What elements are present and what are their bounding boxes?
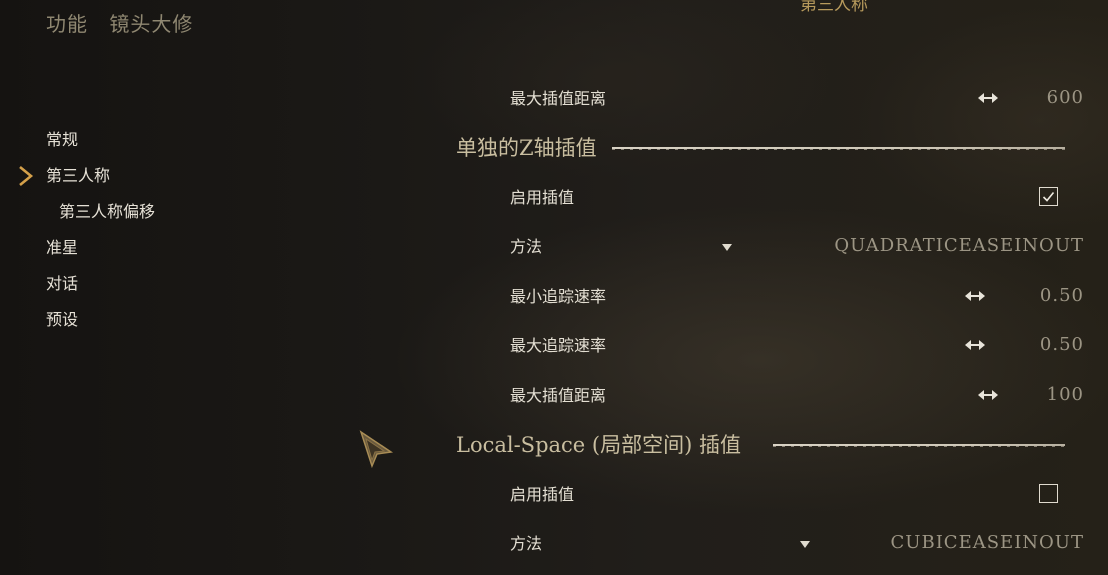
sidebar-item-third-person[interactable]: 第三人称 (46, 164, 110, 188)
setting-label-z-method: 方法 (510, 237, 543, 256)
left-right-arrow-icon[interactable] (978, 91, 998, 105)
triangle-down-icon[interactable] (800, 541, 810, 549)
setting-label-z-min-speed: 最小追踪速率 (510, 287, 607, 306)
sidebar-item-presets[interactable]: 预设 (46, 308, 78, 332)
left-right-arrow-icon[interactable] (965, 289, 985, 303)
setting-label-z-max-distance: 最大插值距离 (510, 386, 607, 405)
left-right-arrow-icon[interactable] (965, 338, 985, 352)
setting-label-local-method: 方法 (510, 534, 543, 553)
section-divider (612, 147, 1065, 150)
sidebar-item-general[interactable]: 常规 (46, 128, 78, 152)
sidebar-item-dialogue[interactable]: 对话 (46, 272, 78, 296)
setting-label-max-interp-distance: 最大插值距离 (510, 89, 607, 108)
z-enable-checkbox[interactable] (1039, 187, 1058, 206)
section-heading-top: 第三人称 (800, 0, 868, 15)
section-divider (773, 444, 1065, 447)
checkmark-icon (1042, 191, 1055, 202)
setting-value-z-max-speed[interactable]: 0.50 (1040, 333, 1084, 357)
section-title-local-interp: Local-Space (局部空间) 插值 (456, 433, 741, 457)
setting-value-max-interp-distance[interactable]: 600 (1047, 86, 1084, 110)
setting-label-z-max-speed: 最大追踪速率 (510, 336, 607, 355)
setting-value-local-method[interactable]: CUBICEASEINOUT (891, 531, 1084, 555)
mouse-cursor-icon (359, 430, 394, 469)
header-mod-name: 镜头大修 (109, 12, 194, 36)
window-header: 功能 镜头大修 (46, 8, 207, 37)
chevron-right-icon (19, 165, 34, 187)
sidebar-item-crosshair[interactable]: 准星 (46, 236, 78, 260)
setting-value-z-min-speed[interactable]: 0.50 (1040, 284, 1084, 308)
setting-label-z-enable: 启用插值 (510, 188, 575, 207)
local-enable-checkbox[interactable] (1039, 484, 1058, 503)
setting-label-local-enable: 启用插值 (510, 485, 575, 504)
setting-value-z-method[interactable]: QUADRATICEASEINOUT (834, 234, 1084, 258)
setting-value-z-max-distance[interactable]: 100 (1047, 383, 1084, 407)
sidebar-item-third-person-offset[interactable]: 第三人称偏移 (59, 200, 155, 224)
header-category: 功能 (46, 12, 88, 36)
left-right-arrow-icon[interactable] (978, 388, 998, 402)
triangle-down-icon[interactable] (722, 244, 732, 252)
section-title-z-interp: 单独的Z轴插值 (456, 136, 597, 160)
